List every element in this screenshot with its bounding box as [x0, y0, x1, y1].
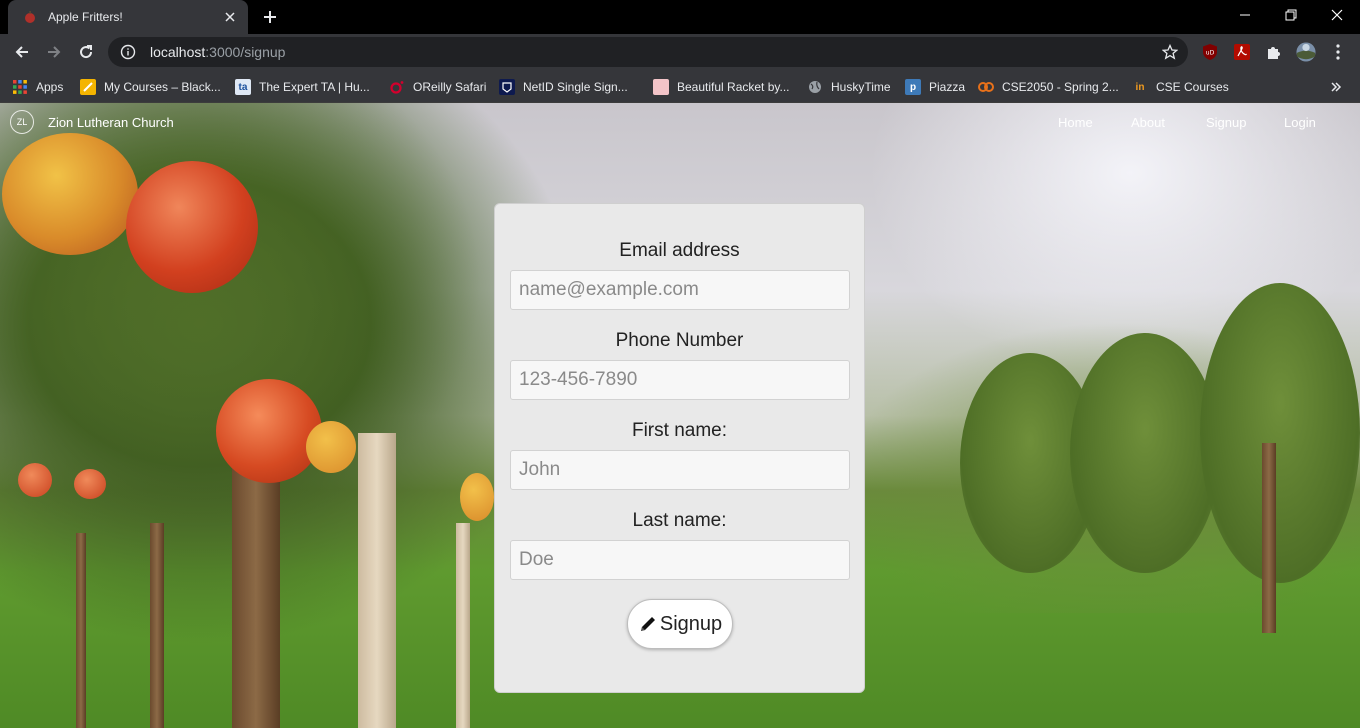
profile-avatar[interactable]: [1296, 42, 1316, 62]
globe-icon: [807, 79, 823, 95]
nav-about[interactable]: About: [1131, 115, 1165, 130]
ublock-origin-icon[interactable]: uD: [1200, 42, 1220, 62]
tree-trunk: [76, 533, 86, 728]
restore-window-icon[interactable]: [1268, 0, 1314, 30]
netid-icon: [499, 79, 515, 95]
extensions-puzzle-icon[interactable]: [1264, 42, 1284, 62]
tree-trunk: [150, 523, 164, 728]
support-post: [456, 523, 470, 728]
bookmark-label: My Courses – Black...: [104, 80, 221, 94]
apple: [74, 469, 106, 499]
bookmark-apps[interactable]: Apps: [12, 76, 63, 98]
piazza-icon: p: [905, 79, 921, 95]
page-viewport: ZL Zion Lutheran Church Home About Signu…: [0, 103, 1360, 728]
browser-tab-active[interactable]: Apple Fritters!: [8, 0, 248, 34]
tab-title: Apple Fritters!: [48, 10, 123, 24]
bookmark-piazza[interactable]: p Piazza: [905, 76, 965, 98]
forward-arrow-icon[interactable]: [40, 38, 68, 66]
address-bar[interactable]: localhost:3000/signup: [108, 37, 1188, 67]
first-name-field[interactable]: [510, 450, 850, 490]
site-info-icon[interactable]: [120, 44, 136, 60]
bookmark-huskytime[interactable]: HuskyTime: [807, 76, 891, 98]
adobe-pdf-icon[interactable]: [1232, 42, 1252, 62]
close-window-icon[interactable]: [1314, 0, 1360, 30]
bookmark-label: HuskyTime: [831, 80, 891, 94]
email-label: Email address: [619, 240, 740, 261]
bookmark-label: Piazza: [929, 80, 966, 94]
signup-button-label: Signup: [659, 612, 723, 635]
tab-strip: Apple Fritters!: [0, 0, 1360, 34]
svg-text:uD: uD: [1206, 50, 1215, 57]
apps-grid-icon: [12, 79, 28, 95]
reload-icon[interactable]: [72, 38, 100, 66]
apple: [126, 161, 258, 293]
bookmark-label: NetID Single Sign...: [523, 80, 628, 94]
apple-favicon-icon: [22, 9, 38, 25]
chrome-menu-kebab-icon[interactable]: [1328, 42, 1348, 62]
signup-form: Email address Phone Number First name: L…: [494, 203, 865, 693]
back-arrow-icon[interactable]: [8, 38, 36, 66]
nav-home[interactable]: Home: [1058, 115, 1093, 130]
bookmark-label: OReilly Safari: [413, 80, 487, 94]
bookmark-label: CSE2050 - Spring 2...: [1002, 80, 1119, 94]
orchard-tree: [1070, 333, 1220, 573]
support-post: [358, 433, 396, 728]
apple: [216, 379, 322, 483]
bookmark-label: CSE Courses: [1156, 80, 1229, 94]
url-host: localhost: [150, 44, 206, 60]
blackboard-icon: [80, 79, 96, 95]
email-field[interactable]: [510, 270, 850, 310]
bookmark-beautiful-racket[interactable]: Beautiful Racket by...: [653, 76, 790, 98]
cse2050-icon: [978, 79, 994, 95]
phone-label: Phone Number: [615, 330, 744, 351]
apple: [2, 133, 138, 255]
url-path: :3000/signup: [205, 44, 286, 60]
nav-signup[interactable]: Signup: [1206, 115, 1246, 130]
apple: [306, 421, 356, 473]
oreilly-icon: [389, 79, 405, 95]
bookmark-expert-ta[interactable]: ta The Expert TA | Hu...: [235, 76, 370, 98]
cse-courses-icon: in: [1135, 81, 1145, 93]
orchard-tree: [1200, 283, 1360, 583]
apple: [18, 463, 52, 497]
pencil-icon: [638, 614, 658, 634]
signup-button[interactable]: Signup: [627, 599, 733, 649]
apple: [460, 473, 494, 521]
tree-trunk: [1262, 443, 1276, 633]
racket-icon: [653, 79, 669, 95]
phone-field[interactable]: [510, 360, 850, 400]
bookmarks-overflow-icon[interactable]: [1330, 76, 1342, 98]
church-logo-icon[interactable]: ZL: [10, 110, 34, 134]
brand-link[interactable]: Zion Lutheran Church: [48, 115, 174, 130]
site-navbar: ZL Zion Lutheran Church Home About Signu…: [0, 103, 1360, 143]
new-tab-icon[interactable]: [260, 7, 280, 27]
bookmark-star-icon[interactable]: [1161, 43, 1179, 60]
minimize-window-icon[interactable]: [1222, 0, 1268, 30]
last-name-field[interactable]: [510, 540, 850, 580]
bookmark-label: Apps: [36, 80, 64, 94]
bookmark-cse-courses[interactable]: in CSE Courses: [1132, 76, 1229, 98]
nav-login[interactable]: Login: [1284, 115, 1316, 130]
expert-ta-icon: ta: [235, 79, 251, 95]
close-tab-icon[interactable]: [222, 9, 238, 25]
bookmark-oreilly[interactable]: OReilly Safari: [389, 76, 486, 98]
first-name-label: First name:: [631, 420, 728, 441]
bookmark-my-courses[interactable]: My Courses – Black...: [80, 76, 221, 98]
bookmark-cse2050[interactable]: CSE2050 - Spring 2...: [978, 76, 1119, 98]
last-name-label: Last name:: [632, 510, 727, 531]
bookmarks-bar: Apps My Courses – Black... ta The Expert…: [0, 70, 1360, 103]
bookmark-label: The Expert TA | Hu...: [259, 80, 370, 94]
bookmark-label: Beautiful Racket by...: [677, 80, 790, 94]
browser-toolbar: localhost:3000/signup uD: [0, 34, 1360, 70]
bookmark-netid[interactable]: NetID Single Sign...: [499, 76, 628, 98]
logo-lettering: ZL: [16, 117, 28, 127]
